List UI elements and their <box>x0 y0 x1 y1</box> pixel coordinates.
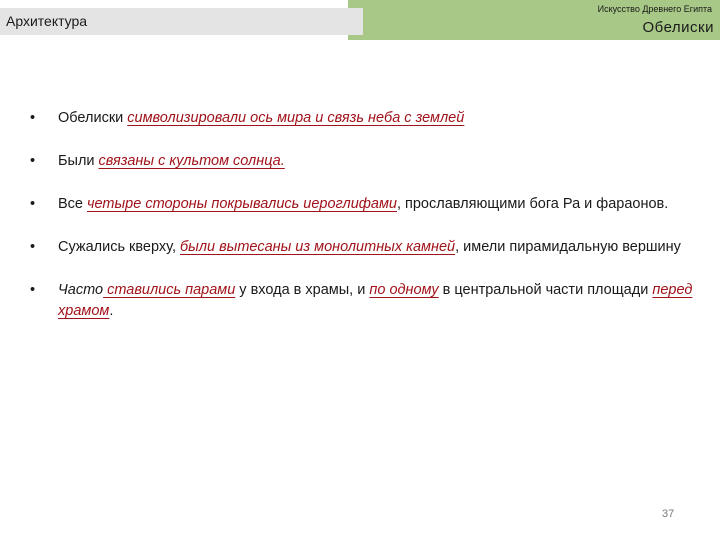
bullet-text: у входа в храмы, и <box>235 282 370 298</box>
bullet-dot: • <box>30 196 36 212</box>
page-number: 37 <box>662 508 675 520</box>
bullet-item: • Часто ставились парами у входа в храмы… <box>30 280 700 322</box>
bullet-text: Часто <box>58 282 104 298</box>
bullet-item: • Все четыре стороны покрывались иерогли… <box>30 194 700 215</box>
bullet-list: • Обелиски символизировали ось мира и св… <box>30 108 700 344</box>
subject-title: Искусство Древнего Египта <box>597 4 712 14</box>
bullet-highlight: четыре стороны покрывались иероглифами <box>87 196 397 212</box>
bullet-item: • Обелиски символизировали ось мира и св… <box>30 108 700 129</box>
bullet-text: , имели пирамидальную вершину <box>455 239 681 255</box>
bullet-text: Все <box>58 196 88 212</box>
bullet-text: в центральной части площади <box>438 282 653 298</box>
bullet-highlight: ставились парами <box>103 282 236 298</box>
bullet-highlight: символизировали ось мира и связь неба с … <box>127 110 465 126</box>
bullet-highlight: были вытесаны из монолитных камней <box>180 239 456 255</box>
bullet-item: • Были связаны с культом солнца. <box>30 151 700 172</box>
bullet-highlight: связаны с культом солнца. <box>98 153 285 169</box>
bullet-text: Сужались кверху, <box>58 239 180 255</box>
bullet-text: . <box>109 303 114 319</box>
bullet-text: Обелиски <box>58 110 128 126</box>
bullet-dot: • <box>30 110 36 126</box>
bullet-dot: • <box>30 239 36 255</box>
slide-title: Обелиски <box>642 19 714 36</box>
bullet-highlight: по одному <box>369 282 439 298</box>
bullet-dot: • <box>30 282 36 298</box>
bullet-text: , прославляющими бога Ра и фараонов. <box>396 196 669 212</box>
bullet-text: Были <box>58 153 99 169</box>
section-title: Архитектура <box>6 13 88 29</box>
bullet-item: • Сужались кверху, были вытесаны из моно… <box>30 237 700 258</box>
bullet-dot: • <box>30 153 36 169</box>
